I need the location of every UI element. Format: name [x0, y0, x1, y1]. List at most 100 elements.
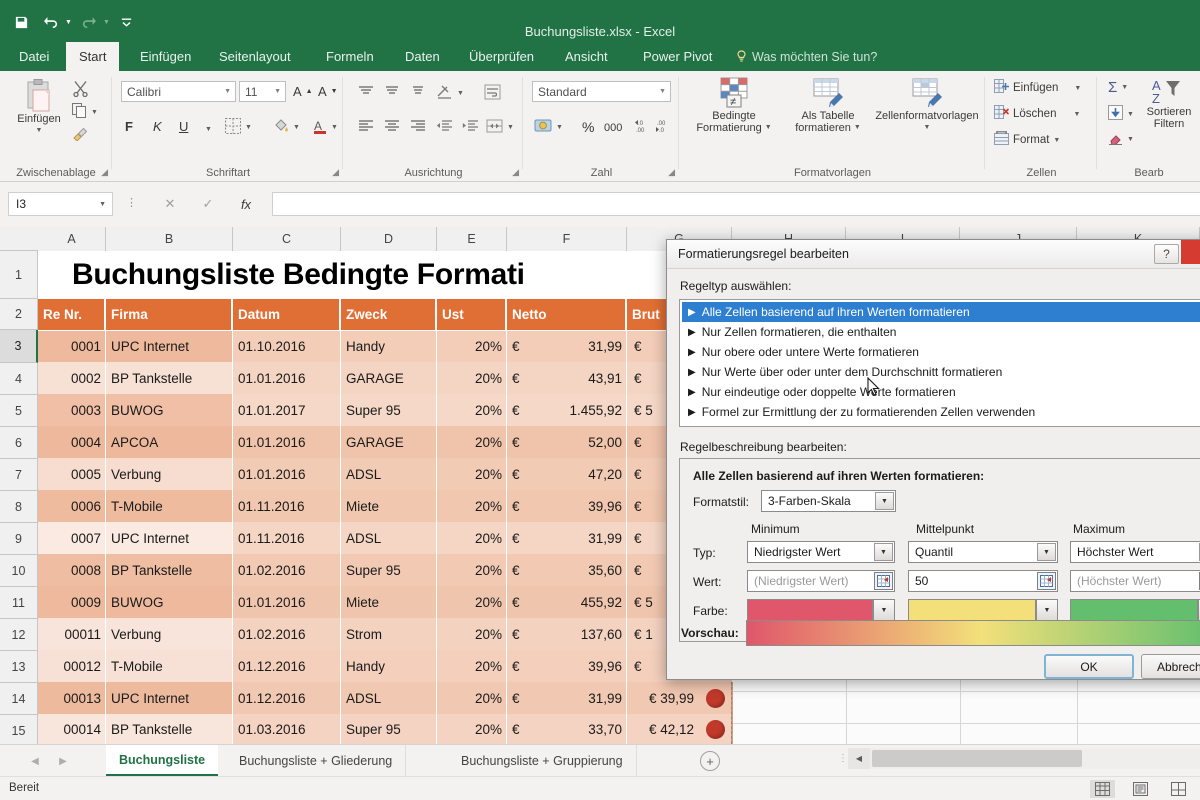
cell-C15[interactable]: 01.03.2016: [233, 714, 341, 744]
cell-E10[interactable]: 20%: [437, 554, 507, 586]
wrap-text-button[interactable]: [484, 84, 501, 103]
cell-A1-title[interactable]: Buchungsliste Bedingte Formati: [38, 251, 732, 299]
percent-format-button[interactable]: %: [582, 119, 594, 135]
cell-E9[interactable]: 20%: [437, 522, 507, 554]
cell-D15[interactable]: Super 95: [341, 714, 437, 744]
format-cells-button[interactable]: Format ▼: [994, 131, 1060, 149]
orientation-dropdown-icon[interactable]: ▼: [457, 90, 464, 97]
increase-decimal-button[interactable]: .0.00: [634, 118, 651, 137]
increase-indent-button[interactable]: [462, 119, 479, 136]
rule-type-option-5[interactable]: ▶ Formel zur Ermittlung der zu formatier…: [682, 402, 1200, 422]
cell-A6[interactable]: 0004: [38, 426, 106, 458]
help-button[interactable]: ?: [1154, 244, 1179, 264]
tab-power-pivot[interactable]: Power Pivot: [630, 42, 725, 71]
range-picker-icon[interactable]: [874, 572, 893, 590]
cell-C2-header[interactable]: Datum: [233, 299, 339, 330]
edit-formatting-rule-dialog[interactable]: Formatierungsregel bearbeiten ? Regeltyp…: [666, 239, 1200, 680]
align-center-button[interactable]: [384, 119, 400, 136]
maximum-color-swatch[interactable]: [1070, 599, 1198, 621]
cell-B11[interactable]: BUWOG: [106, 586, 233, 618]
row-header-15[interactable]: 15: [0, 715, 38, 744]
conditional-formatting-button[interactable]: ≠ Bedingte Formatierung ▼: [686, 77, 782, 134]
cell-F9[interactable]: €31,99: [507, 522, 627, 554]
row-header-12[interactable]: 12: [0, 619, 38, 651]
tab-start[interactable]: Start: [66, 42, 120, 71]
cell-F15[interactable]: €33,70: [507, 714, 627, 744]
bold-button[interactable]: F: [125, 119, 133, 134]
row-header-14[interactable]: 14: [0, 683, 38, 715]
autosum-dropdown-icon[interactable]: ▼: [1121, 84, 1128, 91]
cell-D11[interactable]: Miete: [341, 586, 437, 618]
cell-B4[interactable]: BP Tankstelle: [106, 362, 233, 394]
fill-button[interactable]: ▼: [1108, 105, 1134, 123]
cell-A7[interactable]: 0005: [38, 458, 106, 490]
tab-split-handle[interactable]: ⋮: [838, 753, 848, 764]
cell-A4[interactable]: 0002: [38, 362, 106, 394]
normal-view-icon[interactable]: [1090, 780, 1115, 798]
cell-A3[interactable]: 0001: [38, 330, 106, 362]
row-header-9[interactable]: 9: [0, 523, 38, 555]
currency-dropdown-icon[interactable]: ▼: [556, 124, 563, 131]
cell-A9[interactable]: 0007: [38, 522, 106, 554]
cell-D2-header[interactable]: Zweck: [341, 299, 435, 330]
delete-cells-button[interactable]: Löschen ▼: [994, 105, 1080, 123]
scrollbar-thumb[interactable]: [872, 750, 1082, 767]
number-format-dropdown-icon[interactable]: ▼: [659, 88, 666, 95]
cell-A2-header[interactable]: Re Nr.: [38, 299, 104, 330]
formula-input[interactable]: [272, 192, 1200, 216]
cell-B15[interactable]: BP Tankstelle: [106, 714, 233, 744]
fill-dropdown-icon[interactable]: ▼: [1127, 111, 1134, 118]
cell-D12[interactable]: Strom: [341, 618, 437, 650]
minimum-color-swatch[interactable]: [747, 599, 873, 621]
ok-button[interactable]: OK: [1044, 654, 1134, 679]
fill-color-button[interactable]: ▼: [273, 118, 300, 137]
tab-einfuegen[interactable]: Einfügen: [127, 42, 204, 71]
mittelpunkt-color-swatch[interactable]: [908, 599, 1036, 621]
mittelpunkt-wert-input[interactable]: 50: [908, 570, 1058, 592]
cell-B14[interactable]: UPC Internet: [106, 682, 233, 714]
column-header-d[interactable]: D: [341, 227, 437, 251]
rule-type-list[interactable]: ▶ Alle Zellen basierend auf ihren Werten…: [679, 299, 1200, 427]
cell-E7[interactable]: 20%: [437, 458, 507, 490]
paste-button[interactable]: Einfügen ▼: [8, 79, 70, 137]
cell-G14[interactable]: € 39,99: [627, 682, 699, 714]
row-header-5[interactable]: 5: [0, 395, 38, 427]
cell-styles-button[interactable]: Zellenformatvorlagen ▼: [872, 77, 982, 134]
cell-A5[interactable]: 0003: [38, 394, 106, 426]
cell-C14[interactable]: 01.12.2016: [233, 682, 341, 714]
conditional-formatting-dropdown-icon[interactable]: ▼: [765, 122, 772, 134]
font-name-dropdown-icon[interactable]: ▼: [224, 88, 231, 95]
cell-C7[interactable]: 01.01.2016: [233, 458, 341, 490]
borders-button[interactable]: ▼: [225, 118, 252, 137]
cell-H14-icon[interactable]: [699, 682, 732, 714]
align-top-button[interactable]: [358, 85, 374, 102]
tab-ansicht[interactable]: Ansicht: [552, 42, 621, 71]
cell-E14[interactable]: 20%: [437, 682, 507, 714]
sheet-tab-buchungsliste-gliederung[interactable]: Buchungsliste + Gliederung: [226, 745, 407, 776]
cell-F14[interactable]: €31,99: [507, 682, 627, 714]
cell-B5[interactable]: BUWOG: [106, 394, 233, 426]
cell-F4[interactable]: €43,91: [507, 362, 627, 394]
chevron-down-icon[interactable]: ▼: [875, 492, 894, 510]
clear-dropdown-icon[interactable]: ▼: [1127, 136, 1134, 143]
font-dialog-launcher-icon[interactable]: ◢: [332, 167, 339, 178]
insert-function-button[interactable]: fx: [232, 192, 260, 216]
name-box[interactable]: I3 ▼: [8, 192, 113, 216]
column-header-f[interactable]: F: [507, 227, 627, 251]
tab-datei[interactable]: Datei: [6, 42, 62, 71]
cancel-entry-button[interactable]: ✕: [156, 192, 184, 216]
font-name-input[interactable]: Calibri ▼: [121, 81, 236, 102]
font-size-dropdown-icon[interactable]: ▼: [274, 88, 281, 95]
chevron-down-icon[interactable]: ▼: [874, 543, 893, 561]
sort-filter-button[interactable]: A Z Sortieren Filtern: [1140, 78, 1198, 130]
cell-D3[interactable]: Handy: [341, 330, 437, 362]
column-header-e[interactable]: E: [437, 227, 507, 251]
number-dialog-launcher-icon[interactable]: ◢: [668, 167, 675, 178]
cell-A13[interactable]: 00012: [38, 650, 106, 682]
cell-B7[interactable]: Verbung: [106, 458, 233, 490]
font-color-dropdown-icon[interactable]: ▼: [331, 124, 338, 131]
chevron-down-icon[interactable]: ▼: [1037, 543, 1056, 561]
cell-C4[interactable]: 01.01.2016: [233, 362, 341, 394]
mittelpunkt-color-dropdown-button[interactable]: ▼: [1036, 599, 1058, 621]
borders-dropdown-icon[interactable]: ▼: [245, 124, 252, 131]
